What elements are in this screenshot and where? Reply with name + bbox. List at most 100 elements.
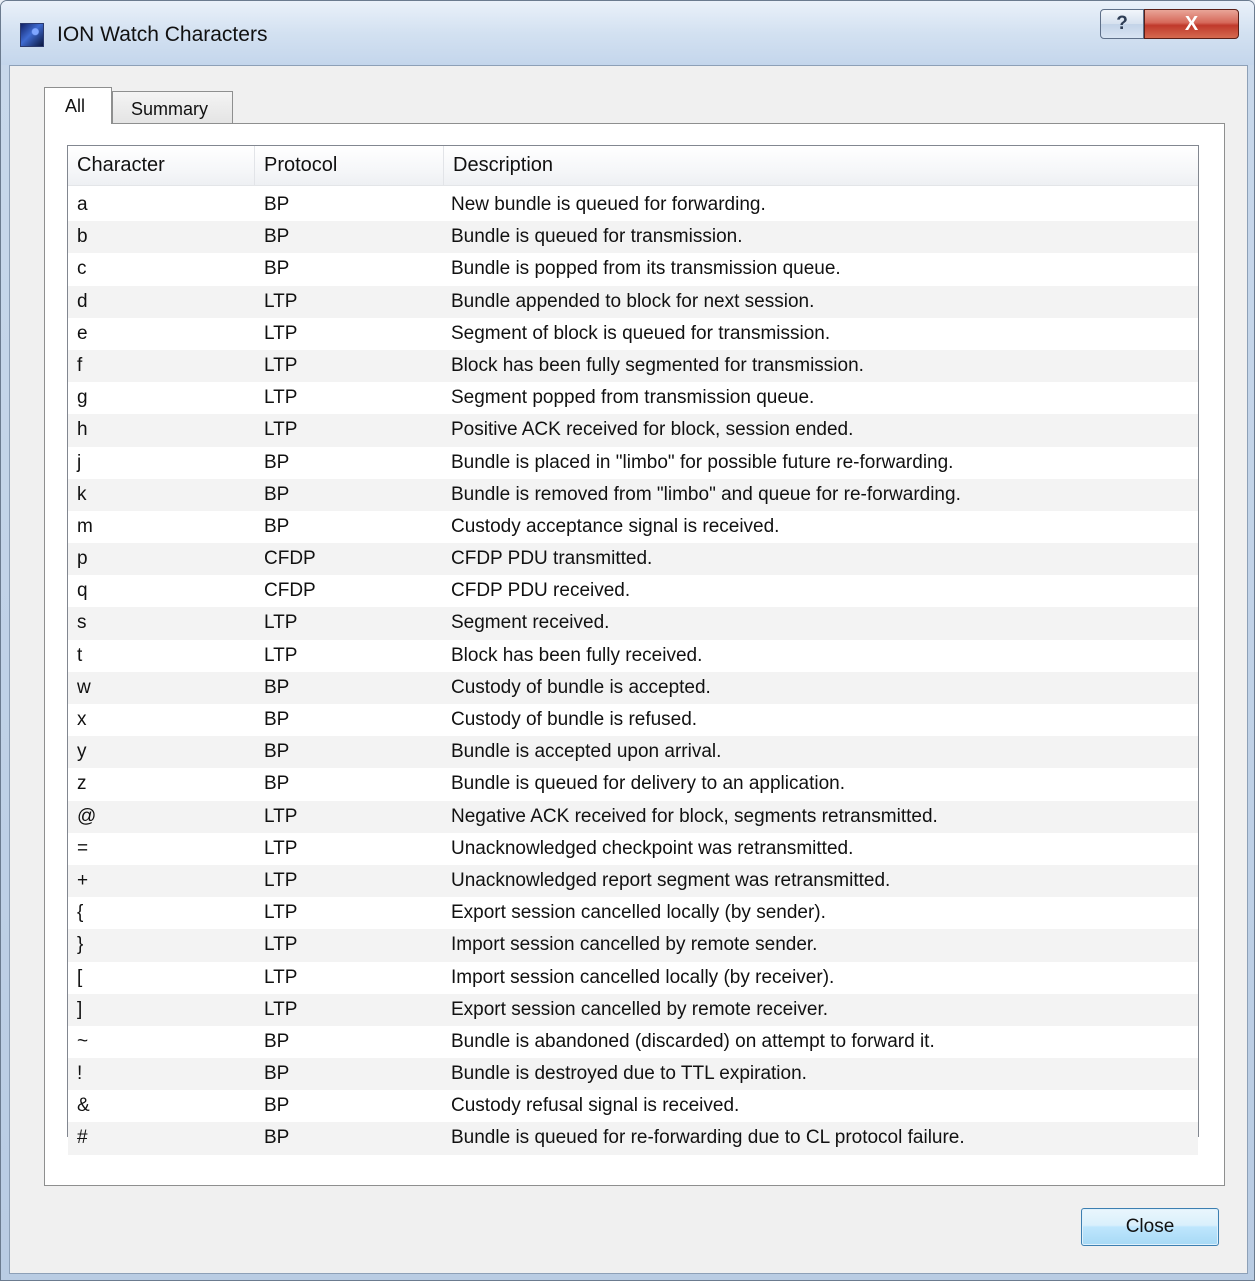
table-row[interactable]: e LTP Segment of block is queued for trans… bbox=[68, 318, 1198, 350]
table-row[interactable]: h LTP Positive ACK received for block, ses… bbox=[68, 414, 1198, 447]
cell-protocol: BP bbox=[264, 258, 290, 280]
cell-protocol: LTP bbox=[264, 612, 298, 634]
table-row[interactable]: d LTP Bundle appended to block for next se… bbox=[68, 285, 1198, 318]
cell-description: Bundle is placed in "limbo" for possible… bbox=[451, 451, 954, 473]
cell-character: c bbox=[77, 258, 87, 280]
cell-protocol: LTP bbox=[264, 902, 298, 924]
cell-protocol: LTP bbox=[264, 805, 298, 827]
cell-character: b bbox=[77, 226, 88, 248]
cell-protocol: BP bbox=[264, 1030, 290, 1052]
table-row[interactable]: q CFDP CFDP PDU received. bbox=[68, 575, 1198, 607]
table-row[interactable]: @ LTP Negative ACK received for block, seg… bbox=[68, 800, 1198, 833]
table-row[interactable]: ~ BP Bundle is abandoned (discarded) on at… bbox=[68, 1026, 1198, 1058]
cell-description: Positive ACK received for block, session… bbox=[451, 419, 854, 441]
table-row[interactable]: m BP Custody acceptance signal is received… bbox=[68, 511, 1198, 543]
cell-character: @ bbox=[77, 805, 97, 827]
table-body: a BP New bundle is queued for forwarding. b… bbox=[68, 189, 1198, 1155]
title-bar[interactable]: ION Watch Characters ? X bbox=[1, 1, 1254, 65]
cell-protocol: BP bbox=[264, 741, 290, 763]
cell-character: y bbox=[77, 741, 87, 763]
cell-character: = bbox=[77, 837, 89, 859]
cell-character: # bbox=[77, 1127, 88, 1149]
table-row[interactable]: z BP Bundle is queued for delivery to an a… bbox=[68, 768, 1198, 800]
table-row[interactable]: = LTP Unacknowledged checkpoint was retran… bbox=[68, 833, 1198, 865]
column-header-protocol[interactable]: Protocol bbox=[255, 146, 444, 185]
table-row[interactable]: } LTP Import session cancelled by remote s… bbox=[68, 929, 1198, 962]
column-header-description[interactable]: Description bbox=[444, 146, 1198, 185]
window-close-button[interactable]: X bbox=[1144, 9, 1239, 39]
cell-protocol: LTP bbox=[264, 966, 298, 988]
table-row[interactable]: [LTP Import session cancelled locally (by… bbox=[68, 962, 1198, 994]
cell-character: h bbox=[77, 419, 88, 441]
cell-character: f bbox=[77, 354, 83, 376]
cell-protocol: LTP bbox=[264, 290, 298, 312]
table-row[interactable]: x BP Custody of bundle is refused. bbox=[68, 704, 1198, 736]
cell-description: Bundle is destroyed due to TTL expiratio… bbox=[451, 1063, 807, 1085]
cell-character: a bbox=[77, 194, 88, 215]
cell-protocol: LTP bbox=[264, 644, 298, 666]
cell-character: q bbox=[77, 580, 88, 602]
cell-description: Import session cancelled by remote sende… bbox=[451, 934, 818, 956]
cell-protocol: BP bbox=[264, 1063, 290, 1085]
cell-description: Bundle is popped from its transmission q… bbox=[451, 258, 841, 280]
cell-description: Export session cancelled locally (by sen… bbox=[451, 902, 826, 924]
table-row[interactable]: + LTP Unacknowledged report segment was re… bbox=[68, 864, 1198, 898]
cell-character: e bbox=[77, 322, 88, 344]
cell-description: Custody acceptance signal is received. bbox=[451, 515, 780, 537]
table-row[interactable]: s LTP Segment received. bbox=[68, 607, 1198, 640]
cell-description: Bundle is accepted upon arrival. bbox=[451, 741, 722, 763]
table-row[interactable]: p CFDP CFDP PDU transmitted. bbox=[68, 543, 1198, 576]
tab-panel-all: Character Protocol Description a BP New bu… bbox=[44, 123, 1225, 1186]
table-row[interactable]: a BP New bundle is queued for forwarding. bbox=[68, 189, 1198, 221]
cell-protocol: BP bbox=[264, 1095, 290, 1117]
table-row[interactable]: k BP Bundle is removed from "limbo" and qu… bbox=[68, 478, 1198, 511]
cell-description: Custody of bundle is accepted. bbox=[451, 676, 711, 698]
cell-character: j bbox=[77, 451, 82, 473]
cell-character: z bbox=[77, 773, 87, 795]
tab-summary-label: Summary bbox=[131, 99, 209, 119]
column-header-character[interactable]: Character bbox=[68, 146, 255, 185]
cell-description: CFDP PDU received. bbox=[451, 580, 631, 602]
table-row[interactable]: ! BP Bundle is destroyed due to TTL expira… bbox=[68, 1058, 1198, 1091]
cell-description: Bundle is queued for re-forwarding due t… bbox=[451, 1127, 965, 1149]
tab-all[interactable]: All bbox=[44, 87, 112, 124]
cell-protocol: BP bbox=[264, 515, 290, 537]
cell-character: g bbox=[77, 387, 88, 409]
cell-protocol: BP bbox=[264, 226, 290, 248]
table-row[interactable]: y BP Bundle is accepted upon arrival. bbox=[68, 736, 1198, 769]
table-row[interactable]: # BP Bundle is queued for re-forwarding du… bbox=[68, 1122, 1198, 1155]
dialog-window: ION Watch Characters ? X All Summary Cha… bbox=[0, 0, 1255, 1281]
table-row[interactable]: j BP Bundle is placed in "limbo" for possi… bbox=[68, 447, 1198, 479]
cell-protocol: BP bbox=[264, 451, 290, 473]
table-row[interactable]: w BP Custody of bundle is accepted. bbox=[68, 671, 1198, 704]
cell-protocol: BP bbox=[264, 676, 290, 698]
cell-description: Block has been fully received. bbox=[451, 644, 703, 666]
table-row[interactable]: & BP Custody refusal signal is received. bbox=[68, 1090, 1198, 1122]
cell-description: Custody of bundle is refused. bbox=[451, 709, 698, 730]
table-row[interactable]: t LTP Block has been fully received. bbox=[68, 640, 1198, 672]
cell-protocol: LTP bbox=[264, 387, 298, 409]
table-row[interactable]: ] LTP Export session cancelled by remote r… bbox=[68, 993, 1198, 1026]
cell-character: w bbox=[77, 676, 91, 698]
cell-character: { bbox=[77, 902, 84, 924]
table-row[interactable]: { LTP Export session cancelled locally (by… bbox=[68, 897, 1198, 929]
cell-character: p bbox=[77, 548, 88, 570]
help-button[interactable]: ? bbox=[1100, 9, 1144, 39]
cell-protocol: BP bbox=[264, 483, 290, 505]
table-row[interactable]: g LTP Segment popped from transmission que… bbox=[68, 382, 1198, 414]
table-row[interactable]: c BP Bundle is popped from its transmissio… bbox=[68, 253, 1198, 285]
cell-description: CFDP PDU transmitted. bbox=[451, 548, 653, 570]
tab-summary[interactable]: Summary bbox=[112, 91, 233, 123]
cell-description: Bundle appended to block for next sessio… bbox=[451, 290, 815, 312]
cell-description: Segment received. bbox=[451, 612, 610, 634]
table-row[interactable]: f LTP Block has been fully segmented for t… bbox=[68, 349, 1198, 383]
help-icon: ? bbox=[1116, 13, 1128, 34]
table-header: Character Protocol Description bbox=[68, 146, 1198, 186]
cell-character: [ bbox=[77, 966, 83, 988]
close-button[interactable]: Close bbox=[1081, 1208, 1219, 1246]
cell-protocol: LTP bbox=[264, 837, 298, 859]
cell-character: s bbox=[77, 612, 87, 634]
cell-protocol: LTP bbox=[264, 934, 298, 956]
cell-character: t bbox=[77, 644, 83, 666]
table-row[interactable]: b BP Bundle is queued for transmission. bbox=[68, 221, 1198, 254]
